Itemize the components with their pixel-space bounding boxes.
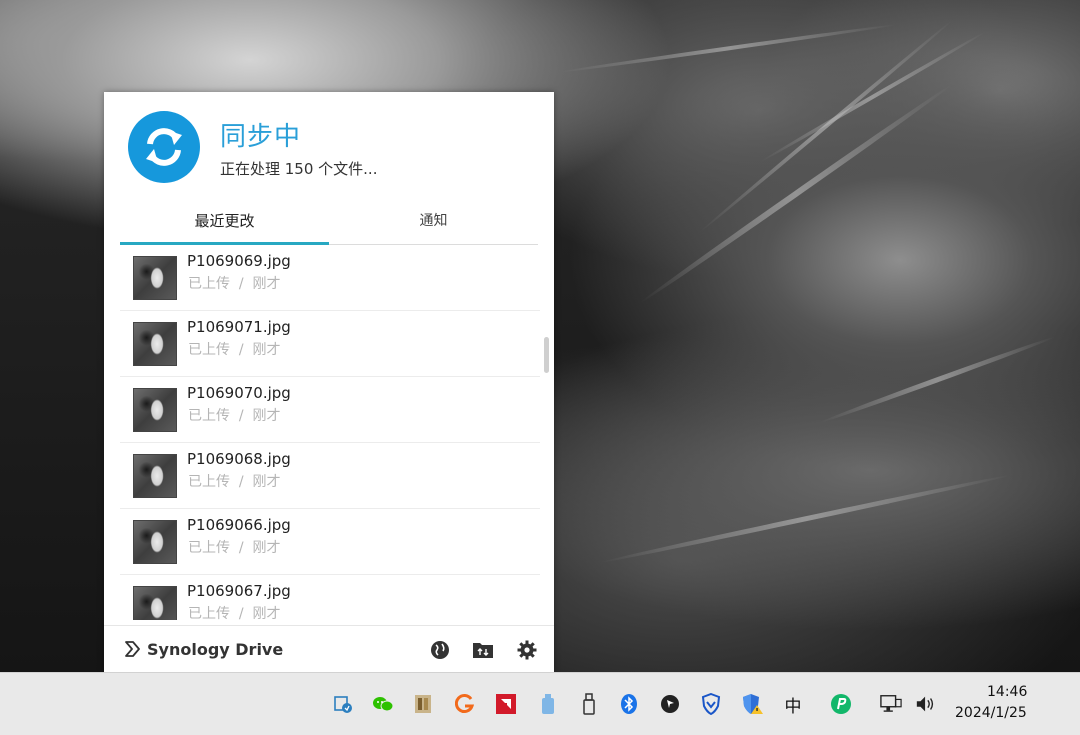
speaker-icon[interactable] <box>915 693 937 715</box>
tab-recent-changes[interactable]: 最近更改 <box>120 196 329 244</box>
panel-tabs: 最近更改 通知 <box>120 196 538 245</box>
recent-files-list[interactable]: P1069069.jpg 已上传 / 刚才 P1069071.jpg 已上传 /… <box>120 245 540 620</box>
brand-label: Synology Drive <box>147 639 284 659</box>
file-meta: 已上传 / 刚才 <box>188 606 281 620</box>
file-name: P1069068.jpg <box>187 450 291 468</box>
panel-footer: Synology Drive <box>104 625 554 673</box>
file-row[interactable]: P1069068.jpg 已上传 / 刚才 <box>120 443 540 509</box>
cursor-app-icon[interactable] <box>659 693 681 715</box>
usb-storage-icon[interactable] <box>537 693 559 715</box>
sync-status-title: 同步中 <box>220 122 302 152</box>
file-meta: 已上传 / 刚才 <box>188 342 281 358</box>
file-name: P1069070.jpg <box>187 384 291 402</box>
usb-drive-icon[interactable] <box>578 693 600 715</box>
file-thumbnail <box>133 586 177 620</box>
synology-drive-panel: 同步中 正在处理 150 个文件... 最近更改 通知 P1069069.jpg… <box>104 92 554 672</box>
vpn-icon[interactable] <box>830 693 852 715</box>
file-row[interactable]: P1069066.jpg 已上传 / 刚才 <box>120 509 540 575</box>
ime-icon[interactable]: 中 <box>782 693 804 717</box>
security-warning-icon[interactable] <box>742 693 764 715</box>
amd-icon[interactable] <box>495 693 517 715</box>
clock-date[interactable]: 2024/1/25 <box>955 705 1027 721</box>
bluetooth-icon[interactable] <box>618 693 640 715</box>
file-thumbnail <box>133 256 177 300</box>
list-scrollbar[interactable] <box>544 337 549 373</box>
clock-time[interactable]: 14:46 <box>987 684 1027 700</box>
file-name: P1069069.jpg <box>187 252 291 270</box>
file-thumbnail <box>133 520 177 564</box>
file-meta: 已上传 / 刚才 <box>188 276 281 292</box>
file-name: P1069071.jpg <box>187 318 291 336</box>
app-icon[interactable] <box>412 693 434 715</box>
synology-logo-icon <box>125 641 140 657</box>
gear-icon[interactable] <box>515 638 539 662</box>
sync-status-icon <box>128 111 200 183</box>
taskbar: 中 14:46 2024/1/25 <box>0 672 1080 735</box>
tab-notifications[interactable]: 通知 <box>329 196 538 244</box>
file-meta: 已上传 / 刚才 <box>188 474 281 490</box>
network-sync-icon[interactable] <box>332 693 354 715</box>
file-row[interactable]: P1069069.jpg 已上传 / 刚才 <box>120 245 540 311</box>
file-name: P1069066.jpg <box>187 516 291 534</box>
wechat-icon[interactable] <box>372 693 394 715</box>
file-thumbnail <box>133 454 177 498</box>
synology-drive-brand: Synology Drive <box>123 639 283 659</box>
display-network-icon[interactable] <box>880 693 902 715</box>
sync-status-subtitle: 正在处理 150 个文件... <box>220 160 378 178</box>
globe-icon[interactable] <box>428 638 452 662</box>
folder-sync-icon[interactable] <box>471 638 495 662</box>
file-row[interactable]: P1069071.jpg 已上传 / 刚才 <box>120 311 540 377</box>
file-name: P1069067.jpg <box>187 582 291 600</box>
file-row[interactable]: P1069070.jpg 已上传 / 刚才 <box>120 377 540 443</box>
shield-icon[interactable] <box>700 693 722 715</box>
g-app-icon[interactable] <box>454 693 476 715</box>
file-thumbnail <box>133 322 177 366</box>
file-meta: 已上传 / 刚才 <box>188 408 281 424</box>
file-meta: 已上传 / 刚才 <box>188 540 281 556</box>
file-thumbnail <box>133 388 177 432</box>
file-row[interactable]: P1069067.jpg 已上传 / 刚才 <box>120 575 540 620</box>
